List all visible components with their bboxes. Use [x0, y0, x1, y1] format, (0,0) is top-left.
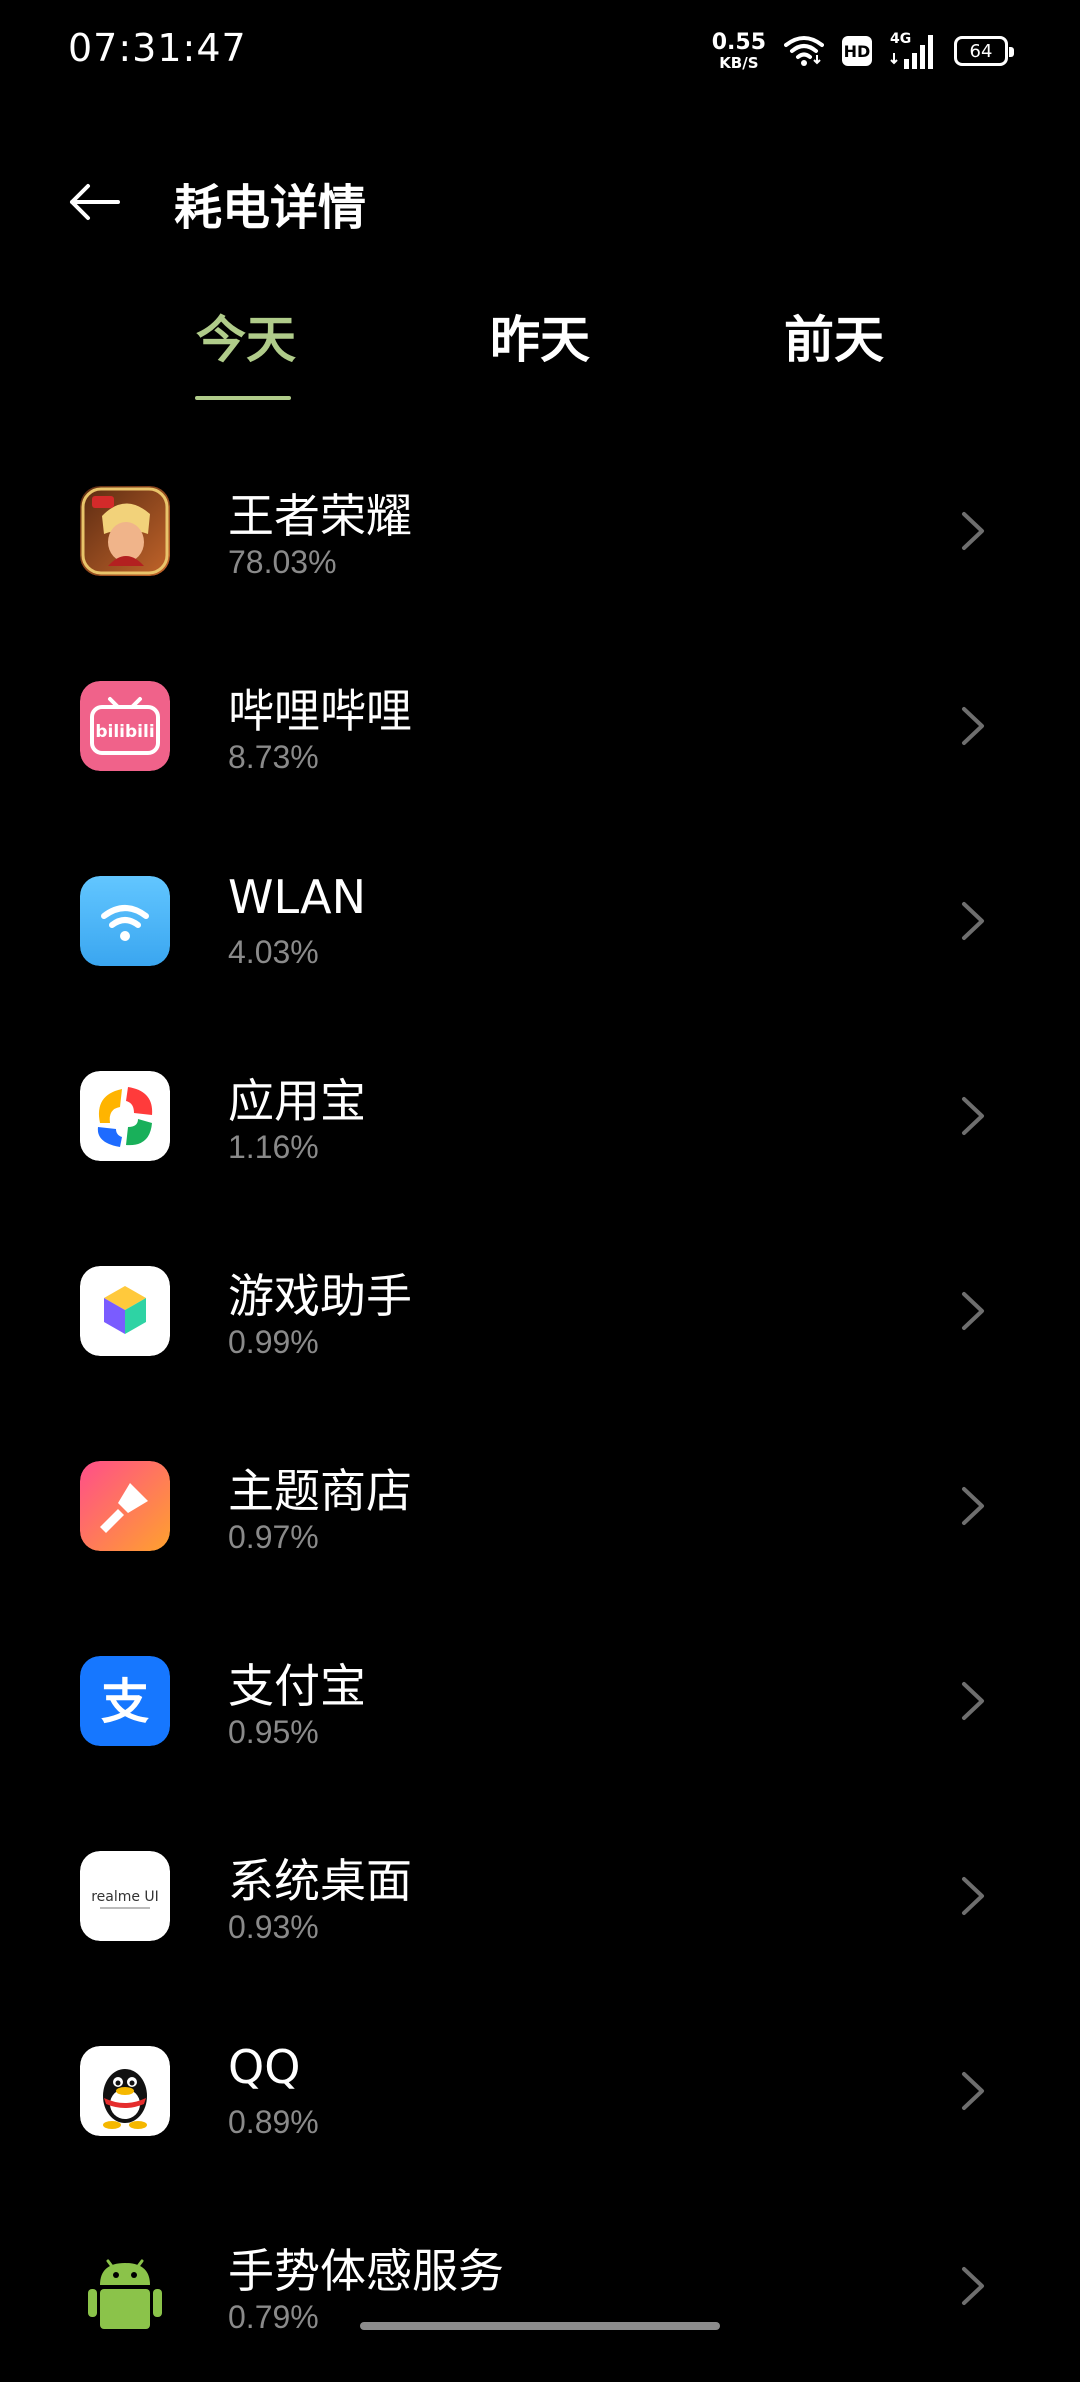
android-icon [80, 2241, 170, 2331]
app-battery-percent: 0.95% [228, 1714, 319, 1750]
app-name: QQ [228, 2040, 301, 2094]
app-battery-percent: 4.03% [228, 934, 319, 970]
app-battery-percent: 0.97% [228, 1519, 319, 1555]
tab-yesterday[interactable]: 昨天 [440, 300, 640, 410]
battery-icon: 64 [954, 36, 1014, 66]
app-battery-percent: 78.03% [228, 544, 337, 580]
list-item[interactable]: 应用宝 1.16% [0, 1017, 1080, 1212]
tab-day-before-yesterday[interactable]: 前天 [734, 300, 934, 410]
day-tabs: 今天 昨天 前天 [0, 300, 1080, 410]
chevron-right-icon [962, 1487, 984, 1525]
chevron-right-icon [962, 2072, 984, 2110]
app-battery-percent: 0.79% [228, 2299, 319, 2335]
app-name: 系统桌面 [228, 1854, 412, 1908]
app-name: 支付宝 [228, 1659, 366, 1713]
app-battery-percent: 0.99% [228, 1324, 319, 1360]
bilibili-logo-text: bilibili [95, 722, 154, 742]
chevron-right-icon [962, 1097, 984, 1135]
chevron-right-icon [962, 1292, 984, 1330]
honor-of-kings-icon [80, 486, 170, 576]
app-battery-percent: 0.93% [228, 1909, 319, 1945]
chevron-right-icon [962, 1682, 984, 1720]
theme-store-icon [80, 1461, 170, 1551]
status-icons: 0.55 KB/S HD 4G 64 [712, 28, 1014, 74]
wlan-icon [80, 876, 170, 966]
wifi-icon [784, 36, 824, 66]
cell-signal-icon: 4G [890, 31, 936, 71]
list-item[interactable]: 游戏助手 0.99% [0, 1212, 1080, 1407]
realme-ui-logo-text: realme UI [91, 1889, 159, 1905]
tab-today[interactable]: 今天 [146, 300, 346, 410]
list-item[interactable]: 支 支付宝 0.95% [0, 1602, 1080, 1797]
qq-icon [80, 2046, 170, 2136]
app-name: 手势体感服务 [228, 2244, 504, 2298]
app-battery-percent: 1.16% [228, 1129, 319, 1165]
app-name: 哔哩哔哩 [228, 684, 412, 738]
status-bar: 07:31:47 0.55 KB/S HD 4G 64 [0, 0, 1080, 100]
app-name: 主题商店 [228, 1464, 412, 1518]
battery-level: 64 [969, 40, 993, 62]
list-item[interactable]: 手势体感服务 0.79% [0, 2187, 1080, 2382]
app-name: WLAN [228, 870, 367, 924]
list-item[interactable]: bilibili 哔哩哔哩 8.73% [0, 627, 1080, 822]
chevron-right-icon [962, 707, 984, 745]
list-item[interactable]: 主题商店 0.97% [0, 1407, 1080, 1602]
chevron-right-icon [962, 512, 984, 550]
chevron-right-icon [962, 1877, 984, 1915]
app-battery-percent: 8.73% [228, 739, 319, 775]
chevron-right-icon [962, 902, 984, 940]
app-store-icon [80, 1071, 170, 1161]
header: 耗电详情 [0, 160, 1080, 244]
list-item[interactable]: realme UI 系统桌面 0.93% [0, 1797, 1080, 1992]
app-name: 应用宝 [228, 1074, 366, 1128]
app-name: 游戏助手 [228, 1269, 412, 1323]
chevron-right-icon [962, 2267, 984, 2305]
status-time: 07:31:47 [68, 26, 247, 70]
bilibili-icon: bilibili [80, 681, 170, 771]
network-speed-unit: KB/S [719, 53, 759, 72]
game-assistant-icon [80, 1266, 170, 1356]
system-launcher-icon: realme UI [80, 1851, 170, 1941]
page-title: 耗电详情 [174, 180, 367, 236]
home-indicator[interactable] [360, 2322, 720, 2330]
arrow-left-icon [70, 184, 120, 220]
alipay-icon: 支 [80, 1656, 170, 1746]
list-item[interactable]: QQ 0.89% [0, 1992, 1080, 2187]
back-button[interactable] [64, 174, 124, 230]
app-usage-list: 王者荣耀 78.03% bilibili 哔哩哔哩 8.73% WLAN 4.0… [0, 432, 1080, 2382]
alipay-logo-glyph: 支 [101, 1674, 149, 1730]
list-item[interactable]: WLAN 4.03% [0, 822, 1080, 1017]
network-speed: 0.55 KB/S [711, 29, 766, 72]
app-name: 王者荣耀 [228, 489, 412, 543]
hd-icon: HD [842, 36, 872, 66]
app-battery-percent: 0.89% [228, 2104, 319, 2140]
network-speed-value: 0.55 [711, 29, 766, 55]
list-item[interactable]: 王者荣耀 78.03% [0, 432, 1080, 627]
